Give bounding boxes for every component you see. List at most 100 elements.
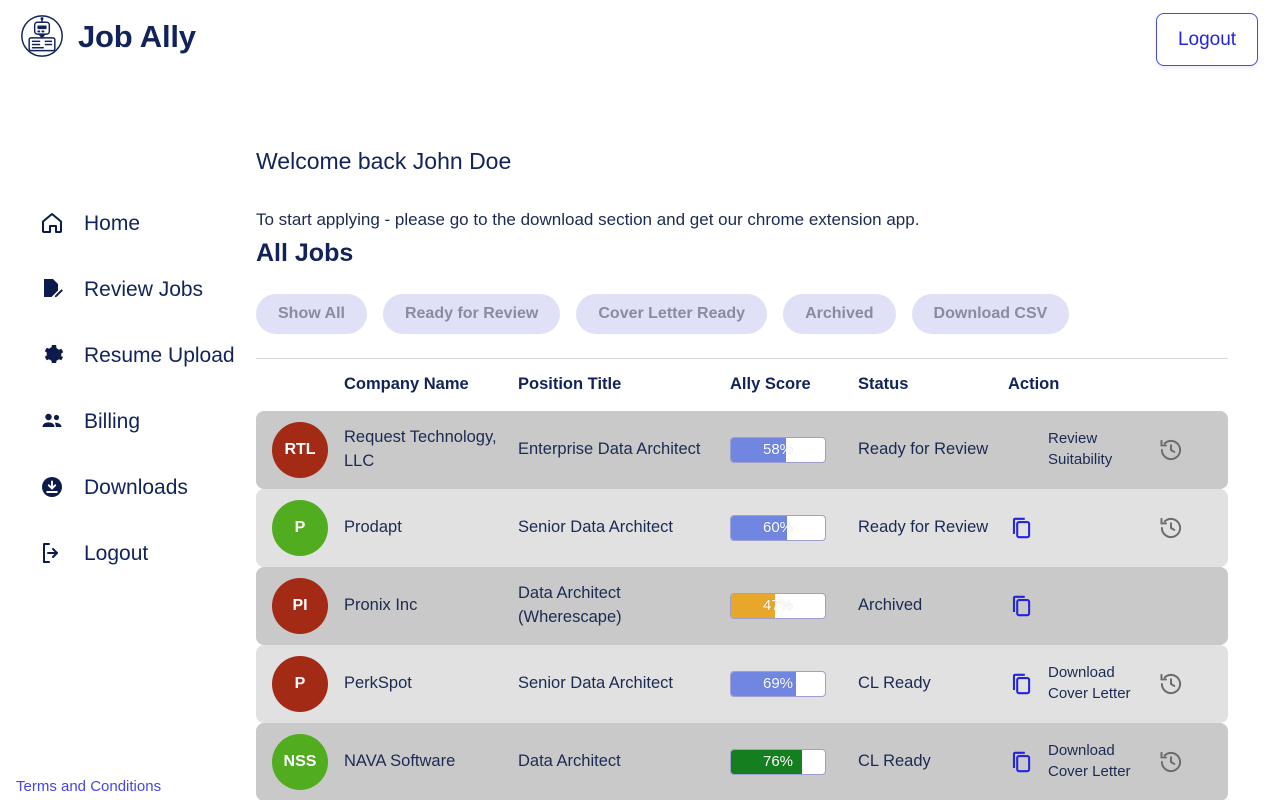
ally-score-value: 60% [762,519,794,536]
avatar: P [272,499,328,556]
filter-button-ready-for-review[interactable]: Ready for Review [382,293,561,334]
filter-button-archived[interactable]: Archived [783,293,896,334]
action-cell: Download Cover Letter [1008,663,1228,704]
avatar-cell: NSS [256,733,344,790]
position-title: Senior Data Architect [518,517,673,536]
column-header-ally-score: Ally Score [730,374,811,393]
ally-score-value: 47% [762,597,794,614]
ally-score-value: 58% [762,441,794,458]
avatar: P [272,655,328,712]
download-circle-icon [42,477,62,497]
column-header-action: Action [1008,374,1060,393]
action-cell: Review Suitability [1008,429,1228,470]
company-name: PerkSpot [344,673,412,692]
table-row[interactable]: PI Pronix Inc Data Architect (Wherescape) 4… [256,566,1228,645]
logout-button[interactable]: Logout [1156,13,1258,66]
ally-score-bar: 76% [730,748,826,775]
sidebar-item-label: Resume Upload [84,343,235,367]
copy-icon[interactable] [1008,515,1034,541]
status-text: CL Ready [858,673,931,692]
company-name: Request Technology, LLC [344,427,497,470]
home-icon [42,213,62,233]
document-edit-icon [44,279,63,298]
column-header-status: Status [858,374,909,393]
filter-button-cover-letter-ready[interactable]: Cover Letter Ready [576,293,768,334]
people-icon [42,413,62,427]
action-link[interactable]: Download Cover Letter [1048,741,1144,782]
company-name: NAVA Software [344,751,456,770]
ally-score-bar: 47% [730,592,826,619]
brand[interactable]: Job Ally [20,14,196,58]
ally-score-cell: 76% [730,748,858,775]
table-header-row: Company Name Position Title Ally Score S… [256,359,1228,411]
history-icon[interactable] [1158,515,1184,541]
filter-bar: Show All Ready for Review Cover Letter Rea… [256,293,1280,334]
status-text: Ready for Review [858,439,989,458]
welcome-message: Welcome back John Doe [256,148,512,174]
ally-score-cell: 47% [730,592,858,619]
filter-button-show-all[interactable]: Show All [256,293,367,334]
table-row[interactable]: RTL Request Technology, LLC Enterprise Dat… [256,410,1228,489]
avatar-cell: PI [256,577,344,634]
position-title: Enterprise Data Architect [518,439,701,458]
ally-score-bar: 69% [730,670,826,697]
avatar: PI [272,577,328,634]
sidebar-item-billing[interactable]: Billing [0,388,256,454]
status-text: Archived [858,595,923,614]
history-icon[interactable] [1158,749,1184,775]
table-row[interactable]: NSS NAVA Software Data Architect 76% CL Read… [256,722,1228,800]
sidebar-item-label: Home [84,211,141,235]
company-name: Prodapt [344,517,402,536]
column-header-company: Company Name [344,374,469,393]
main-content: Welcome back John Doe To start applying … [256,150,1280,800]
sidebar-item-resume-upload[interactable]: Resume Upload [0,322,256,388]
ally-score-value: 69% [762,675,794,692]
robot-resume-icon [21,15,63,57]
sidebar-item-label: Review Jobs [84,277,204,301]
avatar-cell: P [256,655,344,712]
sidebar-item-downloads[interactable]: Downloads [0,454,256,520]
avatar-cell: RTL [256,421,344,478]
sidebar: Home Review Jobs Resume Upload Billing D… [0,190,256,796]
hint-text: To start applying - please go to the dow… [256,210,920,229]
sidebar-item-home[interactable]: Home [0,190,256,256]
top-bar: Job Ally Logout [0,0,1280,80]
avatar: NSS [272,733,328,790]
jobs-table: Company Name Position Title Ally Score S… [256,359,1228,800]
sidebar-item-label: Downloads [84,475,188,499]
position-title: Data Architect [518,751,621,770]
avatar-cell: P [256,499,344,556]
filter-button-download-csv[interactable]: Download CSV [911,293,1070,334]
table-row[interactable]: P PerkSpot Senior Data Architect 69% CL Read… [256,644,1228,723]
copy-icon[interactable] [1008,671,1034,697]
sidebar-item-label: Logout [84,541,149,565]
sidebar-footer: Terms and Conditions Privacy Policy Job … [16,778,256,800]
ally-score-bar: 60% [730,514,826,541]
gear-icon [44,345,64,363]
table-body: RTL Request Technology, LLC Enterprise Dat… [256,410,1228,800]
sidebar-item-label: Billing [84,409,141,433]
column-header-position: Position Title [518,374,622,393]
avatar: RTL [272,421,328,478]
status-text: CL Ready [858,751,931,770]
table-row[interactable]: P Prodapt Senior Data Architect 60% Ready fo… [256,488,1228,567]
copy-icon[interactable] [1008,749,1034,775]
copy-icon[interactable] [1008,593,1034,619]
position-title: Data Architect (Wherescape) [518,583,622,626]
action-cell [1008,593,1228,619]
sidebar-item-logout[interactable]: Logout [0,520,256,586]
brand-name: Job Ally [78,18,196,54]
terms-link[interactable]: Terms and Conditions [16,778,256,795]
history-icon[interactable] [1158,671,1184,697]
history-icon[interactable] [1158,437,1184,463]
ally-score-bar: 58% [730,436,826,463]
action-link[interactable]: Review Suitability [1048,429,1144,470]
ally-score-value: 76% [762,753,794,770]
ally-score-cell: 69% [730,670,858,697]
logout-arrow-icon [43,543,58,563]
company-name: Pronix Inc [344,595,418,614]
action-cell: Download Cover Letter [1008,741,1228,782]
sidebar-item-review-jobs[interactable]: Review Jobs [0,256,256,322]
page-title: All Jobs [256,239,354,267]
action-link[interactable]: Download Cover Letter [1048,663,1144,704]
